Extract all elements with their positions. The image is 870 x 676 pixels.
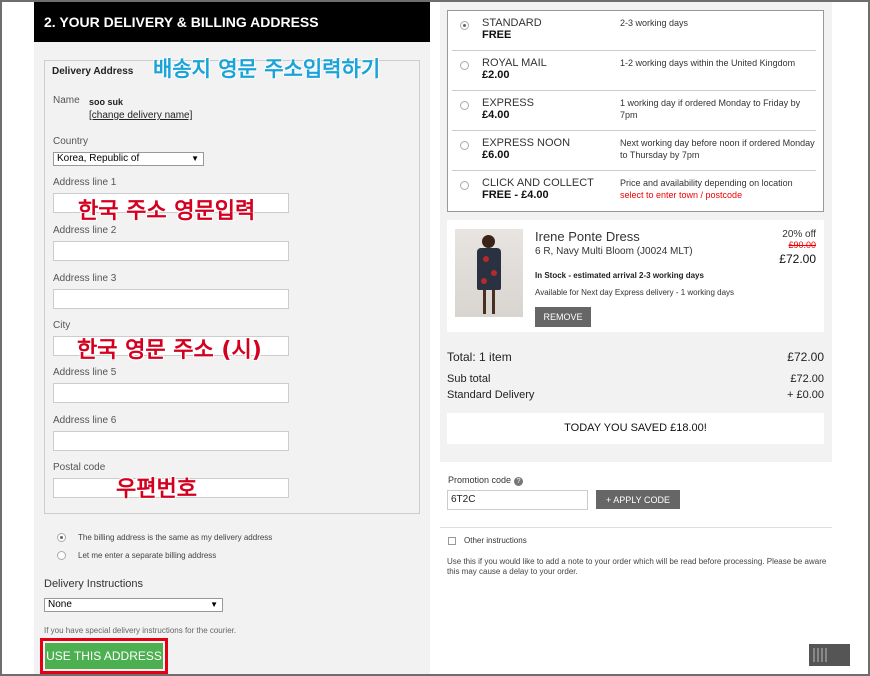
name-label: Name xyxy=(53,95,80,106)
click-collect-note[interactable]: select to enter town / postcode xyxy=(620,189,816,201)
address-line-2-input[interactable] xyxy=(53,241,289,261)
delivery-label: Standard Delivery xyxy=(447,389,535,401)
address-line-3-label: Address line 3 xyxy=(53,273,117,284)
change-delivery-name-link[interactable]: [change delivery name] xyxy=(89,110,192,121)
total-value: £72.00 xyxy=(787,350,824,364)
address-line-1-label: Address line 1 xyxy=(53,177,117,188)
subtotal-row: Sub total £72.00 xyxy=(447,373,824,385)
shipping-price: FREE xyxy=(482,29,512,41)
apply-code-button[interactable]: + APPLY CODE xyxy=(596,490,680,509)
total-row: Total: 1 item £72.00 xyxy=(447,350,824,364)
subtotal-label: Sub total xyxy=(447,373,491,385)
shipping-name: EXPRESS NOON xyxy=(482,137,571,149)
billing-separate-radio[interactable] xyxy=(57,551,66,560)
country-select[interactable]: Korea, Republic of ▼ xyxy=(53,152,204,166)
product-stock: In Stock - estimated arrival 2-3 working… xyxy=(535,271,704,280)
shipping-desc: Price and availability depending on loca… xyxy=(620,178,793,188)
help-icon[interactable]: ? xyxy=(514,477,524,486)
shipping-radio[interactable] xyxy=(460,101,469,110)
savings-banner: TODAY YOU SAVED £18.00! xyxy=(447,413,824,444)
address-line-2-label: Address line 2 xyxy=(53,225,117,236)
shipping-desc: Next working day before noon if ordered … xyxy=(620,138,815,160)
old-price: £90.00 xyxy=(788,240,816,250)
shipping-option-express-noon[interactable]: EXPRESS NOON £6.00 Next working day befor… xyxy=(452,131,816,171)
annotation-postal: 우편번호 xyxy=(116,477,197,502)
shipping-radio[interactable] xyxy=(460,181,469,190)
shipping-option-express[interactable]: EXPRESS £4.00 1 working day if ordered Mo… xyxy=(452,91,816,131)
shipping-desc: 1-2 working days within the United Kingd… xyxy=(620,58,796,68)
address-line-3-input[interactable] xyxy=(53,289,289,309)
shipping-radio[interactable] xyxy=(460,141,469,150)
cart-item: Irene Ponte Dress 6 R, Navy Multi Bloom … xyxy=(447,220,824,332)
shipping-name: EXPRESS xyxy=(482,97,534,109)
shipping-price: £4.00 xyxy=(482,109,510,121)
subtotal-value: £72.00 xyxy=(790,373,824,385)
billing-same-radio[interactable] xyxy=(57,533,66,542)
shipping-price: £6.00 xyxy=(482,149,510,161)
product-image[interactable] xyxy=(455,229,523,317)
shipping-desc: 1 working day if ordered Monday to Frida… xyxy=(620,98,801,120)
country-label: Country xyxy=(53,136,89,147)
grid-widget-icon[interactable] xyxy=(809,644,850,666)
divider xyxy=(440,527,832,528)
name-value: soo suk xyxy=(89,97,124,107)
billing-same-label: The billing address is the same as my de… xyxy=(78,533,273,542)
postal-code-label: Postal code xyxy=(53,462,106,473)
shipping-option-click-collect[interactable]: CLICK AND COLLECT FREE - £4.00 Price and … xyxy=(452,171,816,211)
delivery-instructions-label: Delivery Instructions xyxy=(44,578,144,590)
shipping-options: STANDARD FREE 2-3 working days ROYAL MAIL… xyxy=(447,10,824,212)
other-instructions-checkbox[interactable] xyxy=(448,537,456,545)
use-address-highlight: USE THIS ADDRESS xyxy=(40,638,168,674)
order-summary-panel: STANDARD FREE 2-3 working days ROYAL MAIL… xyxy=(440,0,832,462)
shipping-name: CLICK AND COLLECT xyxy=(482,177,594,189)
shipping-radio[interactable] xyxy=(460,61,469,70)
use-this-address-button[interactable]: USE THIS ADDRESS xyxy=(45,643,163,669)
delivery-instructions-help: If you have special delivery instruction… xyxy=(44,626,237,635)
shipping-radio[interactable] xyxy=(460,21,469,30)
discount-badge: 20% off xyxy=(782,229,816,240)
product-variant: 6 R, Navy Multi Bloom (J0024 MLT) xyxy=(535,246,693,257)
shipping-name: STANDARD xyxy=(482,17,542,29)
delivery-row: Standard Delivery + £0.00 xyxy=(447,389,824,401)
shipping-name: ROYAL MAIL xyxy=(482,57,547,69)
address-line-6-label: Address line 6 xyxy=(53,415,117,426)
chevron-down-icon: ▼ xyxy=(210,600,218,609)
total-label: Total: 1 item xyxy=(447,350,512,364)
promotion-code-label: Promotion code? xyxy=(448,475,524,486)
annotation-top: 배송지 영문 주소입력하기 xyxy=(153,57,381,81)
delivery-address-legend: Delivery Address xyxy=(50,66,136,77)
delivery-instructions-value: None xyxy=(48,599,72,610)
country-value: Korea, Republic of xyxy=(57,153,140,164)
promotion-code-input[interactable]: 6T2C xyxy=(447,490,588,510)
promotion-code-text: Promotion code xyxy=(448,475,512,485)
product-availability: Available for Next day Express delivery … xyxy=(535,288,735,297)
city-label: City xyxy=(53,320,71,331)
shipping-price: £2.00 xyxy=(482,69,510,81)
shipping-desc: 2-3 working days xyxy=(620,18,689,28)
section-title: 2. YOUR DELIVERY & BILLING ADDRESS xyxy=(34,0,430,42)
billing-separate-label: Let me enter a separate billing address xyxy=(78,551,217,560)
address-line-5-input[interactable] xyxy=(53,383,289,403)
address-line-5-label: Address line 5 xyxy=(53,367,117,378)
product-price: £72.00 xyxy=(779,252,816,266)
delivery-value: + £0.00 xyxy=(786,389,824,401)
other-instructions-label: Other instructions xyxy=(464,536,527,545)
address-line-6-input[interactable] xyxy=(53,431,289,451)
shipping-option-royal-mail[interactable]: ROYAL MAIL £2.00 1-2 working days within … xyxy=(452,51,816,91)
remove-button[interactable]: REMOVE xyxy=(535,307,591,327)
chevron-down-icon: ▼ xyxy=(191,154,199,163)
product-title[interactable]: Irene Ponte Dress xyxy=(535,229,640,244)
annotation-city: 한국 영문 주소 (시) xyxy=(77,338,262,363)
shipping-price: FREE - £4.00 xyxy=(482,189,549,201)
delivery-instructions-select[interactable]: None ▼ xyxy=(44,598,223,612)
other-instructions-help: Use this if you would like to add a note… xyxy=(447,557,827,576)
shipping-option-standard[interactable]: STANDARD FREE 2-3 working days xyxy=(452,11,816,51)
annotation-address-1: 한국 주소 영문입력 xyxy=(78,199,256,224)
